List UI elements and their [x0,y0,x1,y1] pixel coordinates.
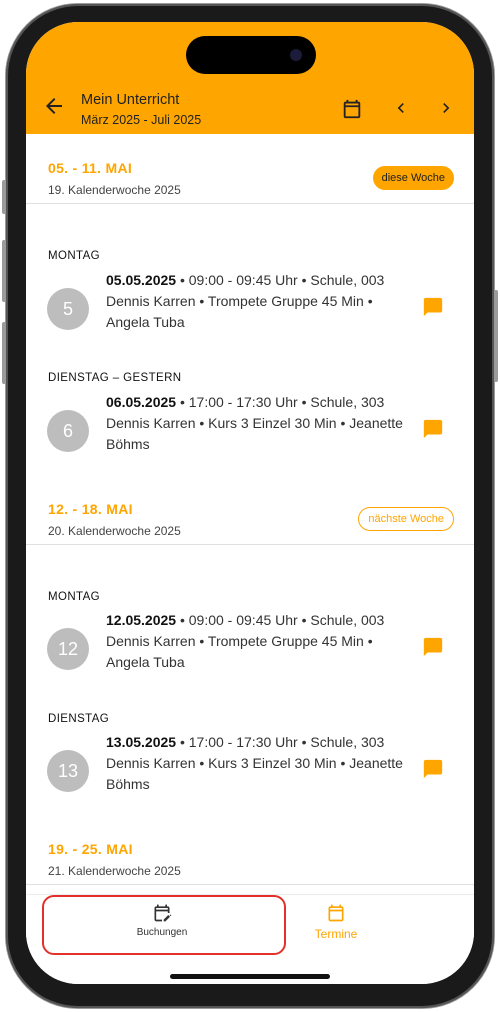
lesson-date: 13.05.2025 [106,734,177,750]
day-label: DIENSTAG [48,713,110,725]
this-week-badge[interactable]: diese Woche [372,166,454,190]
power-button [494,290,498,382]
chevron-right-icon[interactable] [436,98,456,118]
day-label: MONTAG [48,591,101,603]
lesson-details: 06.05.2025 • 17:00 - 17:30 Uhr • Schule,… [106,392,416,455]
lesson-date: 06.05.2025 [106,394,177,410]
day-label: DIENSTAG – GESTERN [48,372,182,384]
arrow-left-icon[interactable] [42,94,66,118]
lesson-details: 13.05.2025 • 17:00 - 17:30 Uhr • Schule,… [106,732,416,795]
week-header: 19. - 25. MAI 21. Kalenderwoche 2025 [26,815,474,885]
lesson-teacher: Angela Tuba [106,314,185,330]
lesson-number: 6 [47,410,89,452]
lessons-list: 05. - 11. MAI 19. Kalenderwoche 2025 die… [26,134,474,894]
phone-screen: Mein Unterricht März 2025 - Juli 2025 05… [26,22,474,984]
lesson-item[interactable]: 5 05.05.2025 • 09:00 - 09:45 Uhr • Schul… [26,270,474,350]
week-range: 19. - 25. MAI [48,841,133,857]
chat-icon[interactable] [422,758,444,780]
page-subtitle: März 2025 - Juli 2025 [81,113,202,127]
lesson-course: Dennis Karren • Trompete Gruppe 45 Min • [106,293,373,309]
lesson-time-place: • 17:00 - 17:30 Uhr • Schule, 303 [176,734,385,750]
calendar-week: 19. Kalenderwoche 2025 [48,183,181,197]
lesson-item[interactable]: 12 12.05.2025 • 09:00 - 09:45 Uhr • Schu… [26,610,474,690]
highlight-box [42,895,286,955]
chevron-left-icon[interactable] [391,98,411,118]
calendar-icon[interactable] [341,98,363,120]
mute-switch [2,180,6,214]
calendar-icon [328,904,344,922]
week-range: 05. - 11. MAI [48,160,133,176]
lesson-item[interactable]: 13 13.05.2025 • 17:00 - 17:30 Uhr • Schu… [26,732,474,812]
volume-up-button [2,240,6,302]
lesson-course: Dennis Karren • Kurs 3 Einzel 30 Min • J… [106,415,403,431]
volume-down-button [2,322,6,384]
next-week-badge[interactable]: nächste Woche [358,507,454,531]
lesson-item[interactable]: 6 06.05.2025 • 17:00 - 17:30 Uhr • Schul… [26,392,474,472]
chat-icon[interactable] [422,636,444,658]
lesson-number: 12 [47,628,89,670]
lesson-number: 5 [47,288,89,330]
lesson-details: 12.05.2025 • 09:00 - 09:45 Uhr • Schule,… [106,610,416,673]
lesson-date: 12.05.2025 [106,612,177,628]
week-header: 12. - 18. MAI 20. Kalenderwoche 2025 näc… [26,475,474,545]
chat-icon[interactable] [422,296,444,318]
week-range: 12. - 18. MAI [48,501,133,517]
week-header: 05. - 11. MAI 19. Kalenderwoche 2025 die… [26,134,474,204]
lesson-time-place: • 09:00 - 09:45 Uhr • Schule, 003 [176,272,385,288]
lesson-time-place: • 09:00 - 09:45 Uhr • Schule, 003 [176,612,385,628]
lesson-teacher: Böhms [106,776,150,792]
calendar-week: 21. Kalenderwoche 2025 [48,864,181,878]
lesson-teacher: Böhms [106,436,150,452]
page-title: Mein Unterricht [81,92,180,108]
lesson-course: Dennis Karren • Kurs 3 Einzel 30 Min • J… [106,755,403,771]
lesson-time-place: • 17:00 - 17:30 Uhr • Schule, 303 [176,394,385,410]
dynamic-island [186,36,316,74]
lesson-number: 13 [47,750,89,792]
chat-icon[interactable] [422,418,444,440]
home-indicator[interactable] [170,974,330,979]
bottom-navigation: Buchungen Termine [26,894,474,984]
lesson-date: 05.05.2025 [106,272,177,288]
lesson-details: 05.05.2025 • 09:00 - 09:45 Uhr • Schule,… [106,270,416,333]
lesson-course: Dennis Karren • Trompete Gruppe 45 Min • [106,633,373,649]
camera-lens [290,49,302,61]
calendar-week: 20. Kalenderwoche 2025 [48,524,181,538]
lesson-teacher: Angela Tuba [106,654,185,670]
day-label: MONTAG [48,250,101,262]
